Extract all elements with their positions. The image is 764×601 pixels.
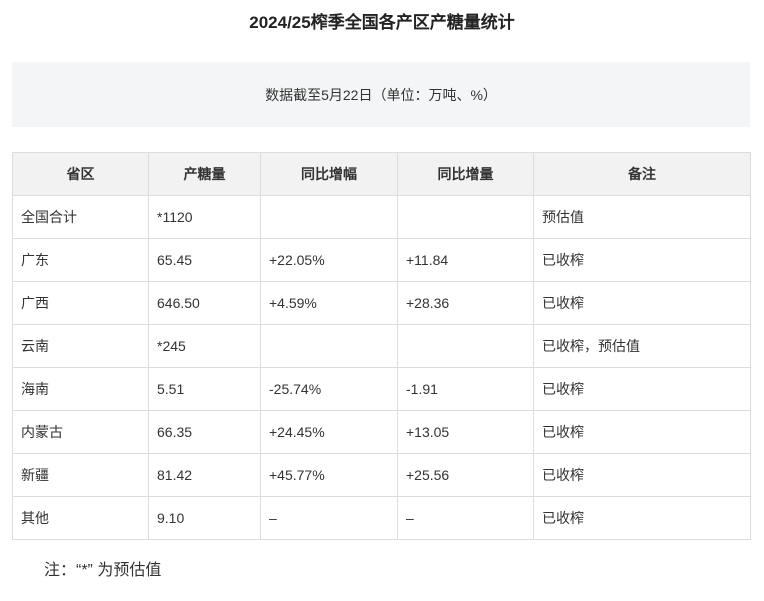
cell-yoy-amount (397, 195, 534, 239)
data-note-text: 数据截至5月22日（单位：万吨、%） (265, 86, 497, 103)
cell-yoy-amount: +25.56 (397, 453, 534, 497)
cell-province: 全国合计 (12, 195, 149, 239)
cell-province: 内蒙古 (12, 410, 149, 454)
table-row: 内蒙古 66.35 +24.45% +13.05 已收榨 (12, 410, 751, 454)
cell-yoy-amount (397, 324, 534, 368)
column-header-remark: 备注 (533, 152, 751, 196)
table-row: 海南 5.51 -25.74% -1.91 已收榨 (12, 367, 751, 411)
table-row: 广西 646.50 +4.59% +28.36 已收榨 (12, 281, 751, 325)
table-row: 云南 *245 已收榨，预估值 (12, 324, 751, 368)
table-row: 新疆 81.42 +45.77% +25.56 已收榨 (12, 453, 751, 497)
page-title: 2024/25榨季全国各产区产糖量统计 (249, 13, 515, 32)
cell-output: 9.10 (148, 496, 261, 540)
cell-yoy-rate: +45.77% (260, 453, 398, 497)
cell-remark: 已收榨 (533, 410, 751, 454)
cell-yoy-rate (260, 195, 398, 239)
column-header-province: 省区 (12, 152, 149, 196)
data-note-box: 数据截至5月22日（单位：万吨、%） (12, 62, 750, 127)
cell-province: 海南 (12, 367, 149, 411)
cell-output: *245 (148, 324, 261, 368)
cell-remark: 已收榨 (533, 238, 751, 282)
cell-output: *1120 (148, 195, 261, 239)
cell-remark: 已收榨 (533, 281, 751, 325)
column-header-yoy-amount: 同比增量 (397, 152, 534, 196)
cell-yoy-rate: +24.45% (260, 410, 398, 454)
cell-province: 新疆 (12, 453, 149, 497)
cell-output: 81.42 (148, 453, 261, 497)
footnote: 注：“*” 为预估值 (44, 562, 162, 579)
cell-remark: 已收榨，预估值 (533, 324, 751, 368)
table-row: 其他 9.10 – – 已收榨 (12, 496, 751, 540)
cell-remark: 已收榨 (533, 453, 751, 497)
cell-province: 其他 (12, 496, 149, 540)
cell-yoy-rate (260, 324, 398, 368)
cell-yoy-amount: +28.36 (397, 281, 534, 325)
table-header-row: 省区 产糖量 同比增幅 同比增量 备注 (12, 152, 751, 196)
cell-yoy-amount: +13.05 (397, 410, 534, 454)
column-header-yoy-rate: 同比增幅 (260, 152, 398, 196)
cell-remark: 已收榨 (533, 367, 751, 411)
cell-yoy-amount: -1.91 (397, 367, 534, 411)
cell-yoy-amount: – (397, 496, 534, 540)
cell-yoy-amount: +11.84 (397, 238, 534, 282)
cell-yoy-rate: +22.05% (260, 238, 398, 282)
sugar-production-table: 省区 产糖量 同比增幅 同比增量 备注 全国合计 *1120 预估值 广东 65… (12, 152, 751, 540)
column-header-output: 产糖量 (148, 152, 261, 196)
table-row: 广东 65.45 +22.05% +11.84 已收榨 (12, 238, 751, 282)
cell-output: 66.35 (148, 410, 261, 454)
cell-province: 广东 (12, 238, 149, 282)
table-row: 全国合计 *1120 预估值 (12, 195, 751, 239)
cell-output: 65.45 (148, 238, 261, 282)
cell-yoy-rate: -25.74% (260, 367, 398, 411)
cell-output: 5.51 (148, 367, 261, 411)
cell-yoy-rate: +4.59% (260, 281, 398, 325)
cell-remark: 已收榨 (533, 496, 751, 540)
cell-output: 646.50 (148, 281, 261, 325)
cell-remark: 预估值 (533, 195, 751, 239)
cell-province: 广西 (12, 281, 149, 325)
cell-province: 云南 (12, 324, 149, 368)
cell-yoy-rate: – (260, 496, 398, 540)
